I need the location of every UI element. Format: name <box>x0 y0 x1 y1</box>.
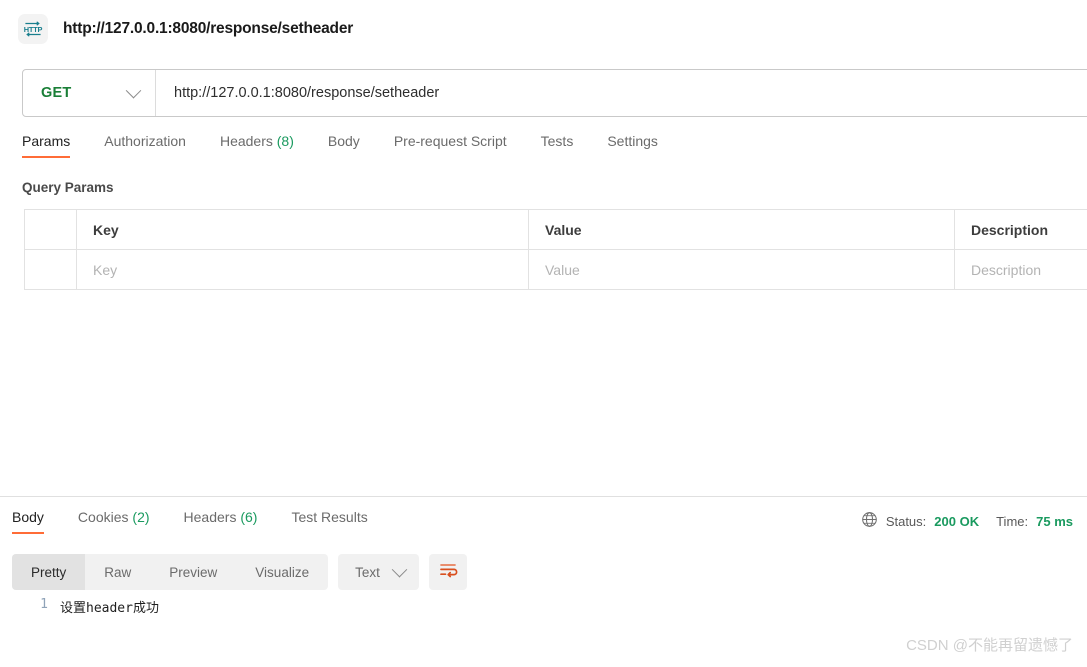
request-url-bar: GET <box>22 69 1087 117</box>
wrap-text-icon <box>438 561 458 584</box>
view-mode-preview[interactable]: Preview <box>150 554 236 590</box>
tab-tests[interactable]: Tests <box>541 133 574 158</box>
http-protocol-icon: HTTP <box>18 14 48 44</box>
tab-settings[interactable]: Settings <box>607 133 658 158</box>
header-cell-description: Description <box>954 209 1087 250</box>
response-tab-headers-count: (6) <box>240 509 258 525</box>
tab-params[interactable]: Params <box>22 133 71 158</box>
format-selector[interactable]: Text <box>338 554 419 590</box>
url-input[interactable] <box>156 70 1087 116</box>
line-number: 1 <box>40 597 48 612</box>
table-row: Key Value Description <box>24 249 1087 290</box>
response-tabs: Body Cookies (2) Headers (6) Test Result… <box>12 509 368 541</box>
view-mode-group: Pretty Raw Preview Visualize <box>12 554 329 590</box>
view-mode-pretty[interactable]: Pretty <box>12 554 86 590</box>
view-mode-raw[interactable]: Raw <box>85 554 150 590</box>
time-value: 75 ms <box>1036 513 1073 529</box>
format-label: Text <box>355 564 380 580</box>
status-value[interactable]: 200 OK <box>934 514 979 529</box>
response-body-toolbar: Pretty Raw Preview Visualize Text <box>12 554 467 590</box>
response-tab-body[interactable]: Body <box>12 509 44 534</box>
tab-headers[interactable]: Headers (8) <box>220 133 294 158</box>
response-tab-cookies-count: (2) <box>132 509 150 525</box>
postman-window: HTTP http://127.0.0.1:8080/response/seth… <box>0 0 1087 667</box>
response-tab-test-results[interactable]: Test Results <box>291 509 367 534</box>
tab-pre-request-script[interactable]: Pre-request Script <box>394 133 507 158</box>
chevron-down-icon <box>391 561 408 577</box>
response-tab-cookies[interactable]: Cookies (2) <box>78 509 150 534</box>
tab-settings-label: Settings <box>607 133 658 149</box>
response-body-line: 设置header成功 <box>60 601 159 616</box>
tab-tests-label: Tests <box>540 133 574 149</box>
response-status-bar: Status: 200 OK Time: 75 ms <box>861 511 1073 531</box>
response-tab-body-label: Body <box>12 509 44 525</box>
tab-params-label: Params <box>22 133 71 149</box>
response-body-viewer[interactable]: 1 设置header成功 <box>12 597 1072 616</box>
response-tab-headers[interactable]: Headers (6) <box>184 509 258 534</box>
wrap-text-button[interactable] <box>428 554 467 590</box>
http-method-label: GET <box>41 85 72 101</box>
response-tab-headers-label: Headers <box>183 509 237 525</box>
page-title: http://127.0.0.1:8080/response/setheader <box>63 20 354 37</box>
tab-authorization[interactable]: Authorization <box>104 133 186 158</box>
header-cell-value: Value <box>528 209 955 250</box>
row-key-input[interactable]: Key <box>76 249 529 290</box>
query-params-title: Query Params <box>22 180 114 195</box>
request-tabs: Params Authorization Headers (8) Body Pr… <box>22 133 658 167</box>
view-mode-visualize[interactable]: Visualize <box>236 554 328 590</box>
globe-icon <box>861 511 878 531</box>
tab-pre-request-script-label: Pre-request Script <box>393 133 507 149</box>
table-header-row: Key Value Description <box>24 209 1087 250</box>
status-label: Status: <box>885 513 927 529</box>
row-checkbox-cell[interactable] <box>24 249 77 290</box>
query-params-table: Key Value Description Key Value Descript… <box>24 209 1087 290</box>
tab-body[interactable]: Body <box>328 133 360 158</box>
header-cell-checkbox <box>24 209 77 250</box>
row-description-input[interactable]: Description <box>954 249 1087 290</box>
pane-divider <box>0 496 1087 497</box>
watermark: CSDN @不能再留遗憾了 <box>906 637 1073 654</box>
row-value-input[interactable]: Value <box>528 249 955 290</box>
tab-body-label: Body <box>327 133 360 149</box>
chevron-down-icon <box>125 82 142 98</box>
tab-headers-count: (8) <box>276 133 294 149</box>
time-label: Time: <box>996 513 1029 529</box>
response-tab-cookies-label: Cookies <box>77 509 129 525</box>
window-title-bar: HTTP http://127.0.0.1:8080/response/seth… <box>0 0 1087 58</box>
tab-headers-label: Headers <box>219 133 273 149</box>
tab-authorization-label: Authorization <box>104 133 186 149</box>
header-cell-key: Key <box>76 209 529 250</box>
response-tab-test-results-label: Test Results <box>291 509 368 525</box>
svg-text:HTTP: HTTP <box>24 25 43 34</box>
http-method-selector[interactable]: GET <box>23 70 156 116</box>
